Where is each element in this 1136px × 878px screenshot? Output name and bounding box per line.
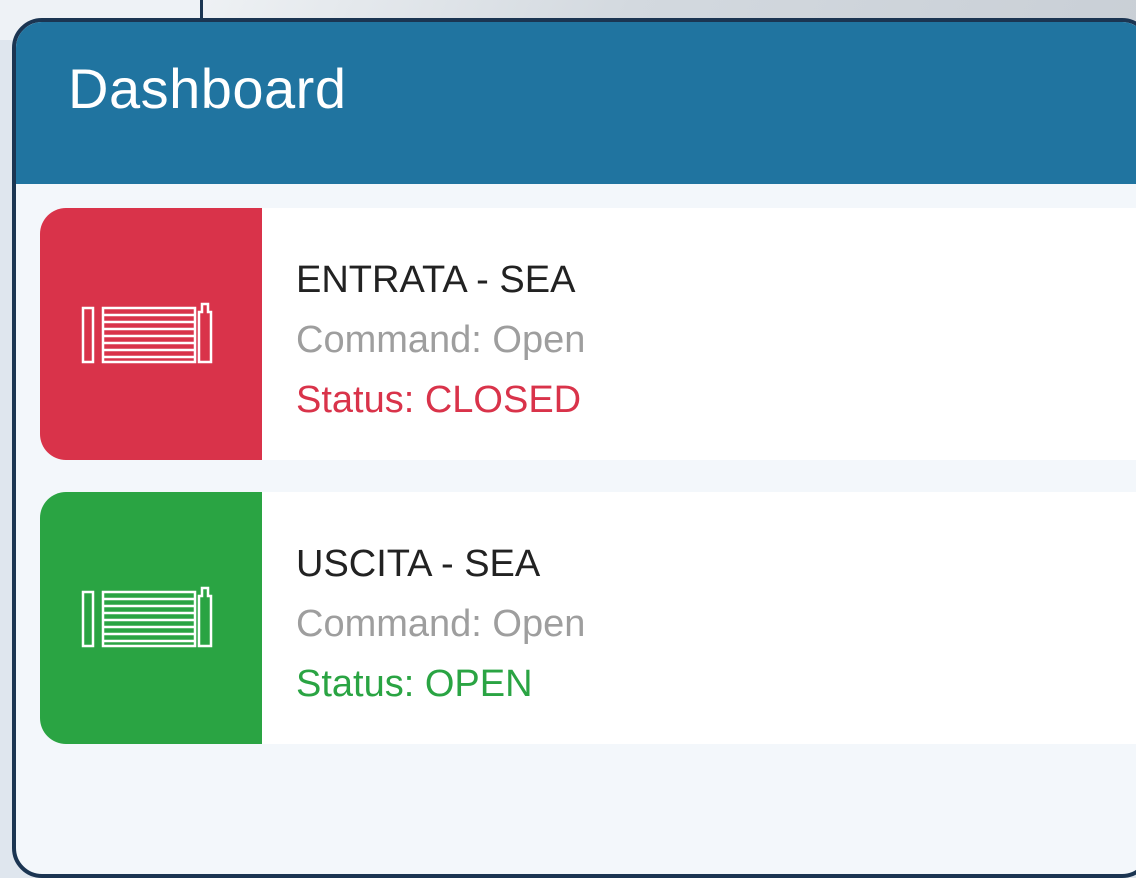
dashboard-panel: Dashboard ENTRATA - SEA Command: Open St… [12,18,1136,878]
page-title: Dashboard [68,57,347,120]
gate-name: ENTRATA - SEA [296,259,576,301]
gate-info: ENTRATA - SEA Command: Open Status: CLOS… [296,250,585,430]
gate-command: Command: Open [296,319,586,361]
gate-status-tile [40,492,262,744]
gate-icon [81,302,213,364]
dashboard-header: Dashboard [16,22,1136,184]
gate-icon [81,586,213,648]
gate-name: USCITA - SEA [296,543,541,585]
gate-status-tile [40,208,262,460]
gate-status: Status: OPEN [296,663,533,705]
gate-status: Status: CLOSED [296,379,582,421]
gate-card-entrata[interactable]: ENTRATA - SEA Command: Open Status: CLOS… [40,208,1136,460]
gate-command: Command: Open [296,603,586,645]
gate-card-uscita[interactable]: USCITA - SEA Command: Open Status: OPEN [40,492,1136,744]
gate-info: USCITA - SEA Command: Open Status: OPEN [296,534,585,714]
